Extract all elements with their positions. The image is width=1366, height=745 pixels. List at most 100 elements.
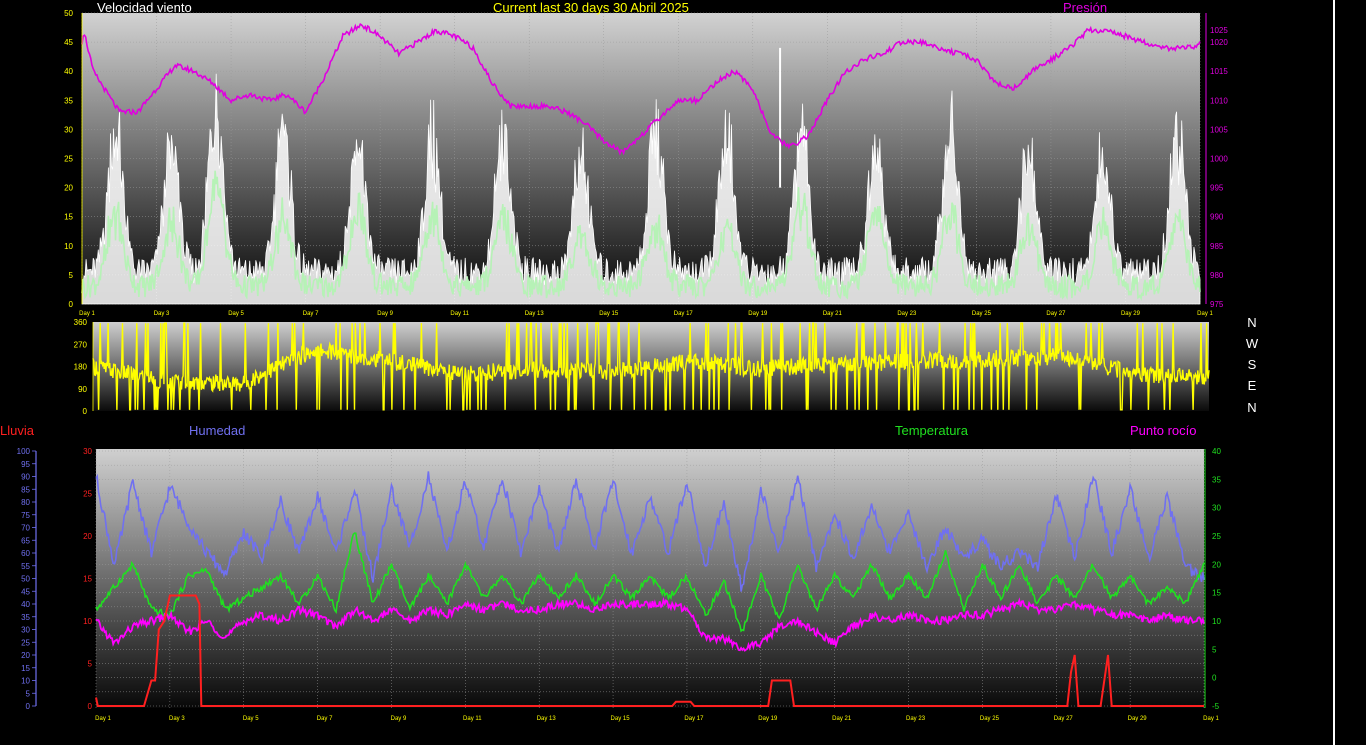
rain-y-tick-label: 20: [83, 532, 92, 541]
pressure-y-tick-label: 975: [1210, 300, 1224, 309]
wind-x-tick-label: Day 7: [303, 311, 319, 317]
pressure-y-tick-label: 1000: [1210, 155, 1228, 164]
wind-x-tick-label: Day 9: [377, 311, 393, 317]
wind-y-tick-label: 30: [64, 125, 73, 134]
temperature-y-tick-label: 30: [1212, 504, 1221, 513]
pressure-y-tick-label: 990: [1210, 213, 1224, 222]
temperature-y-tick-label: 35: [1212, 475, 1221, 484]
wind-y-tick-label: 25: [64, 155, 73, 164]
temperature-y-tick-label: 25: [1212, 532, 1221, 541]
pressure-y-tick-label: 1005: [1210, 125, 1228, 134]
wind-y-tick-label: 20: [64, 184, 73, 193]
humidity-y-tick-label: 70: [21, 524, 30, 533]
temperature-y-tick-label: 0: [1212, 674, 1217, 683]
compass-label-east: E: [1247, 378, 1257, 393]
compass-label-north-end: N: [1247, 400, 1257, 415]
direction-y-tick-label: 180: [74, 363, 88, 372]
rain-y-tick-label: 25: [83, 490, 92, 499]
wind-x-tick-label: Day 27: [1046, 311, 1066, 317]
pressure-y-tick-label: 1020: [1210, 38, 1228, 47]
climate-x-tick-label: Day 9: [391, 716, 407, 722]
wind-y-tick-label: 35: [64, 96, 73, 105]
wind-y-tick-label: 5: [69, 271, 74, 280]
humidity-y-tick-label: 50: [21, 575, 30, 584]
humidity-y-tick-label: 15: [21, 664, 30, 673]
temperature-y-tick-label: -5: [1212, 702, 1220, 711]
right-separator: [1333, 0, 1335, 745]
rain-y-tick-label: 15: [83, 575, 92, 584]
climate-x-tick-label: Day 11: [463, 716, 482, 722]
humidity-y-tick-label: 65: [21, 536, 30, 545]
wind-x-tick-label: Day 13: [525, 311, 545, 317]
climate-chart: 0510152025303540455055606570758085909510…: [17, 447, 1222, 722]
climate-x-tick-label: Day 13: [537, 716, 557, 722]
wind-direction-chart: 0 90 180 270 360: [74, 318, 1210, 416]
wind-y-tick-label: 50: [64, 9, 73, 18]
humidity-y-tick-label: 30: [21, 626, 30, 635]
direction-axes: 0 90 180 270 360: [74, 318, 94, 416]
humidity-y-tick-label: 80: [21, 498, 30, 507]
wind-x-tick-label: Day 19: [748, 311, 768, 317]
climate-x-tick-label: Day 25: [980, 716, 1000, 722]
weather-dashboard: 0510152025303540455097598098599099510001…: [17, 9, 1229, 722]
humidity-y-tick-label: 90: [21, 473, 30, 482]
direction-y-tick-label: 270: [74, 340, 88, 349]
direction-y-tick-label: 0: [83, 407, 88, 416]
humidity-y-tick-label: 25: [21, 638, 30, 647]
climate-x-tick-label: Day 5: [243, 716, 259, 722]
humidity-y-tick-label: 45: [21, 587, 30, 596]
rain-y-tick-label: 10: [83, 617, 92, 626]
humidity-y-tick-label: 35: [21, 613, 30, 622]
pressure-title: Presión: [1063, 0, 1108, 15]
climate-plot-area: [96, 449, 1204, 708]
compass-label-north: N: [1247, 315, 1257, 330]
pressure-y-tick-label: 985: [1210, 242, 1224, 251]
humidity-y-tick-label: 95: [21, 460, 30, 469]
climate-x-tick-label: Day 1: [95, 716, 111, 722]
wind-x-tick-label: Day 23: [897, 311, 917, 317]
humidity-y-tick-label: 75: [21, 511, 30, 520]
rain-legend: Lluvia: [0, 424, 34, 438]
wind-title: Velocidad viento: [97, 0, 192, 15]
period-title: Current last 30 days 30 Abril 2025: [493, 0, 689, 15]
temperature-y-tick-label: 15: [1212, 589, 1221, 598]
wind-y-tick-label: 15: [64, 213, 73, 222]
climate-x-tick-label: Day 1: [1203, 716, 1219, 722]
temperature-y-tick-label: 5: [1212, 645, 1217, 654]
direction-y-tick-label: 360: [74, 318, 88, 327]
wind-x-tick-label: Day 3: [154, 311, 170, 317]
humidity-legend: Humedad: [189, 423, 246, 438]
compass-label-south: S: [1247, 357, 1257, 372]
climate-x-tick-label: Day 21: [832, 716, 852, 722]
wind-y-tick-label: 45: [64, 38, 73, 47]
pressure-y-tick-label: 1025: [1210, 26, 1228, 35]
pressure-y-tick-label: 980: [1210, 271, 1224, 280]
climate-x-tick-label: Day 7: [317, 716, 333, 722]
wind-x-tick-label: Day 1: [1197, 311, 1213, 317]
rain-y-tick-label: 0: [88, 702, 93, 711]
wind-x-tick-label: Day 5: [228, 311, 244, 317]
temperature-y-tick-label: 10: [1212, 617, 1221, 626]
humidity-y-tick-label: 55: [21, 562, 30, 571]
wind-x-tick-label: Day 1: [79, 311, 95, 317]
humidity-y-tick-label: 5: [26, 689, 31, 698]
climate-x-tick-label: Day 19: [758, 716, 778, 722]
climate-x-tick-label: Day 17: [684, 716, 704, 722]
climate-x-tick-label: Day 15: [611, 716, 631, 722]
humidity-y-tick-label: 10: [21, 677, 30, 686]
humidity-y-tick-label: 40: [21, 600, 30, 609]
pressure-y-tick-label: 1010: [1210, 96, 1228, 105]
climate-x-tick-label: Day 3: [169, 716, 185, 722]
climate-x-tick-label: Day 29: [1128, 716, 1148, 722]
wind-y-tick-label: 40: [64, 67, 73, 76]
humidity-y-tick-label: 0: [26, 702, 31, 711]
climate-x-tick-label: Day 23: [906, 716, 926, 722]
rain-y-tick-label: 30: [83, 447, 92, 456]
dewpoint-legend: Punto rocío: [1130, 423, 1197, 438]
pressure-y-tick-label: 1015: [1210, 67, 1228, 76]
wind-y-tick-label: 10: [64, 242, 73, 251]
climate-x-tick-label: Day 27: [1054, 716, 1074, 722]
direction-y-tick-label: 90: [78, 385, 87, 394]
temperature-y-tick-label: 20: [1212, 560, 1221, 569]
humidity-y-tick-label: 20: [21, 651, 30, 660]
